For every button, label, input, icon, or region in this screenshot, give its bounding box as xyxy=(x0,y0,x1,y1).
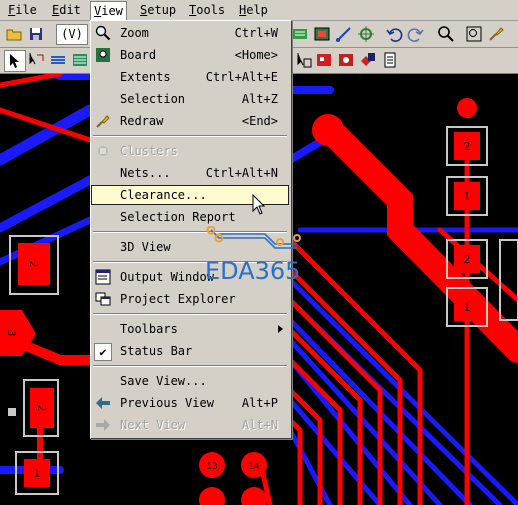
select-arrow-icon[interactable] xyxy=(4,50,26,72)
undo-icon[interactable] xyxy=(384,24,404,44)
brush-icon[interactable] xyxy=(486,24,506,44)
checkmark-icon: ✔ xyxy=(94,343,112,361)
menu-separator xyxy=(93,313,287,315)
menu-item-redraw[interactable]: Redraw <End> xyxy=(91,111,289,131)
select-net-icon[interactable] xyxy=(26,50,46,70)
zoom-window-icon[interactable] xyxy=(464,24,484,44)
menu-separator xyxy=(93,365,287,367)
open-folder-icon[interactable] xyxy=(4,24,24,44)
save-icon[interactable] xyxy=(26,24,46,44)
gear-part-icon[interactable] xyxy=(336,50,356,70)
pad-label: 13 xyxy=(206,462,217,472)
menu-item-selection[interactable]: Selection Alt+Z xyxy=(91,89,289,109)
menu-item-toolbars[interactable]: Toolbars xyxy=(91,319,289,339)
red-part-icon[interactable] xyxy=(314,50,334,70)
menu-item-board[interactable]: Board <Home> xyxy=(91,45,289,65)
back-arrow-icon xyxy=(94,395,112,411)
menu-separator xyxy=(93,135,287,137)
pad-label: 2 xyxy=(27,261,40,268)
mouse-cursor-icon xyxy=(252,194,266,215)
line-icon[interactable] xyxy=(334,24,354,44)
menu-item-nets[interactable]: Nets... Ctrl+Alt+N xyxy=(91,163,289,183)
menu-item-save-view[interactable]: Save View... xyxy=(91,371,289,391)
pattern-icon[interactable] xyxy=(70,50,90,70)
board-icon[interactable] xyxy=(312,24,332,44)
layers-icon[interactable] xyxy=(48,50,68,70)
via-icon[interactable] xyxy=(356,24,376,44)
menu-view[interactable]: View xyxy=(90,1,127,20)
menu-tools[interactable]: Tools xyxy=(185,2,229,18)
watermark-text: EDA365 xyxy=(205,257,301,285)
report-icon[interactable] xyxy=(380,50,400,70)
menu-setup[interactable]: Setup xyxy=(136,2,180,18)
pad-label: 1 xyxy=(34,467,41,480)
pad-label: 1 xyxy=(464,190,471,203)
view-combo[interactable]: (V) xyxy=(56,24,88,45)
menu-file[interactable]: File xyxy=(4,2,41,18)
menu-item-extents[interactable]: Extents Ctrl+Alt+E xyxy=(91,67,289,87)
menu-item-project-explorer[interactable]: Project Explorer xyxy=(91,289,289,309)
route-toolbar-icon[interactable] xyxy=(290,24,310,44)
menu-item-previous-view[interactable]: Previous View Alt+P xyxy=(91,393,289,413)
eda365-watermark: EDA365 xyxy=(205,226,315,285)
magnifier-icon xyxy=(94,25,112,41)
menu-edit[interactable]: Edit xyxy=(48,2,85,18)
pad-label: 2 xyxy=(35,405,48,412)
redo-icon[interactable] xyxy=(406,24,426,44)
component-icon[interactable] xyxy=(294,50,314,70)
menu-item-clusters: Clusters xyxy=(91,141,289,161)
menu-item-status-bar[interactable]: ✔ Status Bar xyxy=(91,341,289,361)
menu-item-zoom[interactable]: Zoom Ctrl+W xyxy=(91,23,289,43)
dxf-export-icon[interactable] xyxy=(358,50,378,70)
pad-label: 2 xyxy=(464,140,471,153)
pad-label: 1 xyxy=(464,301,471,314)
zoom-icon[interactable] xyxy=(436,24,456,44)
clusters-icon xyxy=(94,143,112,159)
forward-arrow-icon xyxy=(94,417,112,433)
menu-help[interactable]: Help xyxy=(235,2,272,18)
watermark-trace-icon xyxy=(206,226,301,249)
menu-item-next-view: Next View Alt+N xyxy=(91,415,289,435)
submenu-arrow-icon xyxy=(278,325,283,333)
project-explorer-icon xyxy=(94,291,112,307)
pad-label: 2 xyxy=(464,253,471,266)
output-window-icon xyxy=(94,269,112,285)
pad-label: 3 xyxy=(5,330,18,337)
pad-label: 14 xyxy=(248,462,260,472)
brush-icon xyxy=(94,113,112,129)
menu-bar: File Edit View Setup Tools Help xyxy=(0,0,518,21)
zoom-board-icon xyxy=(94,47,112,63)
